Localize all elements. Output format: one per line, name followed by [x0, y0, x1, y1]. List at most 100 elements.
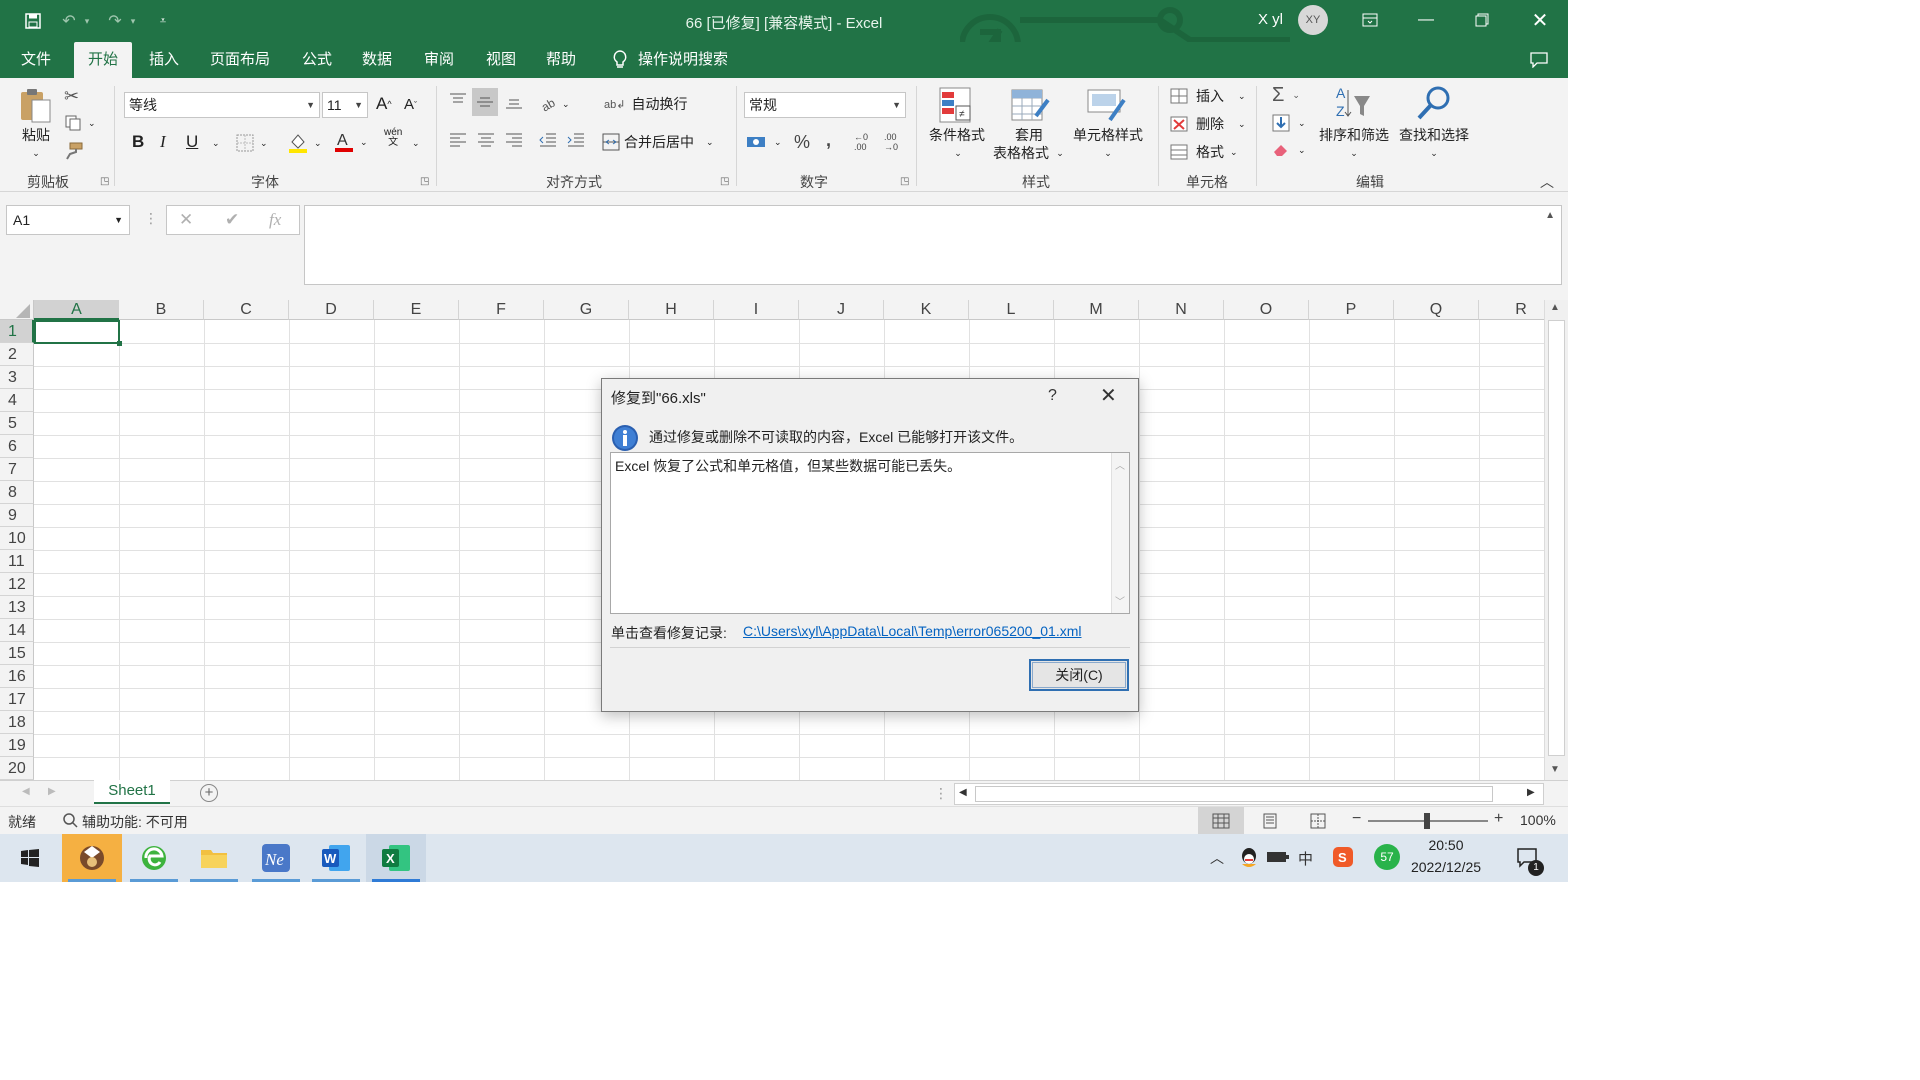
tab-review[interactable]: 审阅	[414, 42, 464, 78]
find-select-dropdown-icon[interactable]: ⌄	[1428, 144, 1440, 162]
tab-home[interactable]: 开始	[74, 42, 132, 78]
decrease-font-size-icon[interactable]: Aˇ	[404, 96, 417, 113]
taskbar-app-file-explorer-icon[interactable]	[184, 834, 244, 882]
column-header-g[interactable]: G	[544, 300, 629, 320]
merge-center-button[interactable]: 合并后居中 ⌄	[602, 132, 714, 152]
tray-ime-indicator[interactable]: 中	[1298, 848, 1313, 869]
zoom-slider-thumb[interactable]	[1424, 813, 1430, 829]
align-top-icon[interactable]	[448, 92, 468, 108]
borders-dropdown-icon[interactable]: ⌄	[260, 138, 268, 149]
windows-start-icon[interactable]	[0, 834, 60, 882]
sheet-tab-sheet1[interactable]: Sheet1	[94, 780, 170, 804]
column-header-m[interactable]: M	[1054, 300, 1139, 320]
scroll-sheets-right-icon[interactable]: ▶	[48, 786, 56, 797]
user-name[interactable]: X yl	[1258, 11, 1283, 28]
tab-view[interactable]: 视图	[476, 42, 526, 78]
column-header-d[interactable]: D	[289, 300, 374, 320]
accessibility-status[interactable]: 辅助功能: 不可用	[82, 812, 188, 832]
alignment-launcher-icon[interactable]: ◳	[720, 176, 729, 187]
format-as-table-dropdown-icon[interactable]: ⌄	[1054, 144, 1066, 162]
underline-button[interactable]: U	[186, 132, 198, 152]
row-header-13[interactable]: 13	[0, 596, 34, 619]
column-header-j[interactable]: J	[799, 300, 884, 320]
format-as-table-icon[interactable]	[1010, 86, 1050, 126]
fill-icon[interactable]: ⌄	[1272, 114, 1306, 132]
font-color-icon[interactable]: A ⌄	[334, 130, 368, 154]
row-header-15[interactable]: 15	[0, 642, 34, 665]
increase-font-size-icon[interactable]: A ^	[376, 94, 392, 114]
font-launcher-icon[interactable]: ◳	[420, 176, 429, 187]
merge-dropdown-icon[interactable]: ⌄	[706, 137, 714, 148]
find-select-button[interactable]: 查找和选择	[1394, 126, 1474, 144]
restore-icon[interactable]	[1454, 0, 1510, 40]
paste-button[interactable]: 粘贴	[16, 126, 56, 144]
insert-function-icon[interactable]: fx	[269, 210, 281, 230]
details-scroll-down-icon[interactable]: ﹀	[1115, 593, 1125, 608]
accessibility-icon[interactable]	[62, 812, 78, 831]
find-select-icon[interactable]	[1414, 84, 1454, 124]
column-header-q[interactable]: Q	[1394, 300, 1479, 320]
row-header-9[interactable]: 9	[0, 504, 34, 527]
bold-button[interactable]: B	[132, 132, 144, 152]
name-box[interactable]: A1 ▼	[6, 205, 130, 235]
column-header-a[interactable]: A	[34, 300, 120, 320]
scroll-right-icon[interactable]: ▶	[1527, 787, 1535, 798]
tab-page-layout[interactable]: 页面布局	[202, 42, 278, 78]
format-cells-button[interactable]: 格式 ⌄	[1170, 142, 1238, 162]
tray-battery-icon[interactable]	[1266, 850, 1290, 867]
increase-indent-icon[interactable]	[566, 132, 586, 148]
taskbar-app-word-icon[interactable]: W	[306, 834, 366, 882]
zoom-out-icon[interactable]: −	[1352, 810, 1361, 828]
row-header-17[interactable]: 17	[0, 688, 34, 711]
cell-styles-dropdown-icon[interactable]: ⌄	[1102, 144, 1114, 162]
scroll-left-icon[interactable]: ◀	[959, 787, 967, 798]
horizontal-scroll-thumb[interactable]	[975, 786, 1493, 802]
align-center-icon[interactable]	[476, 132, 496, 148]
column-header-n[interactable]: N	[1139, 300, 1224, 320]
repair-details-textbox[interactable]: Excel 恢复了公式和单元格值，但某些数据可能已丢失。 ︿ ﹀	[610, 452, 1130, 614]
clear-icon[interactable]: ⌄	[1272, 142, 1306, 158]
column-header-c[interactable]: C	[204, 300, 289, 320]
phonetic-guide-icon[interactable]: wén 文	[384, 128, 408, 148]
copy-icon[interactable]: ⌄	[64, 114, 96, 132]
font-color-dropdown-icon[interactable]: ⌄	[360, 137, 368, 148]
close-icon[interactable]: ✕	[1512, 0, 1568, 40]
sort-filter-button[interactable]: 排序和筛选	[1312, 126, 1396, 144]
align-left-icon[interactable]	[448, 132, 468, 148]
row-header-1[interactable]: 1	[0, 320, 34, 343]
conditional-formatting-icon[interactable]: ≠	[938, 86, 974, 126]
row-header-20[interactable]: 20	[0, 757, 34, 780]
column-header-l[interactable]: L	[969, 300, 1054, 320]
decrease-indent-icon[interactable]	[538, 132, 558, 148]
wrap-text-button[interactable]: ab↲ 自动换行	[604, 94, 687, 114]
comments-icon[interactable]	[1524, 42, 1554, 78]
borders-icon[interactable]: ⌄	[236, 134, 268, 152]
underline-dropdown-icon[interactable]: ⌄	[212, 138, 220, 149]
taskbar-date[interactable]: 2022/12/25	[1404, 859, 1488, 875]
format-as-table-line1[interactable]: 套用	[996, 126, 1062, 144]
add-sheet-icon[interactable]: +	[200, 784, 218, 802]
details-scrollbar[interactable]: ︿ ﹀	[1111, 453, 1129, 613]
column-header-f[interactable]: F	[459, 300, 544, 320]
ribbon-display-options-icon[interactable]	[1342, 0, 1398, 40]
align-bottom-icon[interactable]	[504, 94, 524, 110]
collapse-ribbon-icon[interactable]: ︿	[1540, 172, 1554, 192]
vertical-scrollbar[interactable]: ▲ ▼	[1544, 300, 1568, 780]
format-as-table-button[interactable]: 表格格式	[988, 144, 1054, 162]
delete-cells-button[interactable]: 删除 ⌄	[1170, 114, 1246, 134]
phonetic-dropdown-icon[interactable]: ⌄	[412, 138, 420, 149]
scroll-thumb[interactable]	[1548, 320, 1565, 756]
select-all-corner[interactable]	[0, 300, 34, 320]
row-header-18[interactable]: 18	[0, 711, 34, 734]
column-header-p[interactable]: P	[1309, 300, 1394, 320]
dialog-close-icon[interactable]: ✕	[1100, 383, 1117, 408]
tab-formulas[interactable]: 公式	[292, 42, 342, 78]
autosum-icon[interactable]: Σ ⌄	[1272, 84, 1300, 107]
row-header-16[interactable]: 16	[0, 665, 34, 688]
details-scroll-up-icon[interactable]: ︿	[1115, 457, 1125, 472]
decrease-decimal-icon[interactable]: .00 →0	[884, 132, 908, 152]
page-break-view-icon[interactable]	[1310, 813, 1326, 832]
cell-styles-icon[interactable]	[1086, 86, 1126, 126]
avatar[interactable]: XY	[1298, 5, 1328, 35]
percent-style-button[interactable]: %	[794, 132, 810, 153]
